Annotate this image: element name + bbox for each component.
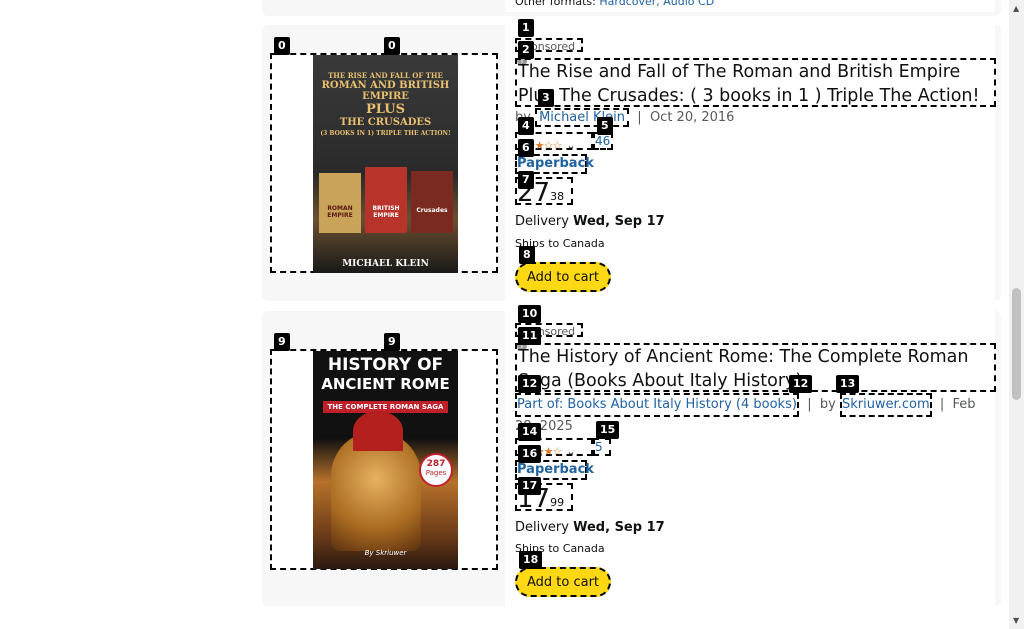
marker-label: 7 (518, 171, 534, 189)
marker-label: 12 (518, 375, 542, 393)
cover-text: ROMAN AND BRITISH (321, 80, 450, 91)
scroll-down-arrow-icon[interactable]: ▼ (1013, 616, 1019, 625)
marker-label: 1 (518, 19, 534, 37)
page-count-badge: 287 Pages (419, 453, 453, 487)
add-to-cart-button[interactable]: Add to cart (515, 262, 611, 292)
cover-text: HISTORY OF (327, 355, 444, 375)
previous-result-card: Other formats: Hardcover, Audio CD (262, 0, 1001, 16)
helmet-crest (353, 411, 403, 451)
chevron-down-icon: ⌄ (566, 445, 576, 458)
marker-label: 3 (538, 89, 554, 107)
marker-label: 10 (518, 305, 542, 323)
product-title-link[interactable]: The Rise and Fall of The Roman and Briti… (515, 58, 996, 107)
marker-label: 9 (384, 333, 400, 351)
cover-text: THE RISE AND FALL OF THE (328, 71, 443, 80)
other-formats-links[interactable]: Hardcover, Audio CD (599, 0, 714, 8)
search-results: Other formats: Hardcover, Audio CD THE R… (0, 0, 1024, 629)
cover-text: EMPIRE (362, 91, 409, 102)
cover-text: PLUS (366, 102, 405, 117)
marker-label: 2 (518, 41, 534, 59)
marker-label: 18 (519, 551, 543, 569)
marker-label: 17 (518, 477, 542, 495)
product-title-link[interactable]: The History of Ancient Rome: The Complet… (515, 343, 996, 392)
page-scrollbar[interactable]: ▲ ▼ (1009, 0, 1024, 629)
series-link[interactable]: Part of: Books About Italy History (4 bo… (517, 397, 797, 412)
scroll-up-arrow-icon[interactable]: ▲ (1013, 4, 1019, 13)
scrollbar-thumb[interactable] (1012, 288, 1021, 400)
marker-label: 6 (518, 139, 534, 157)
marker-label: 4 (518, 117, 534, 135)
cover-author: By Skriuwer (364, 549, 407, 557)
book-cover-1: THE RISE AND FALL OF THE ROMAN AND BRITI… (313, 55, 458, 273)
cover-text: ANCIENT ROME (321, 375, 450, 393)
other-formats-label: Other formats: (515, 0, 596, 8)
cover-text: (3 BOOKS IN 1) TRIPLE THE ACTION! (320, 130, 451, 137)
marker-label: 14 (518, 423, 542, 441)
marker-label: 0 (384, 37, 400, 55)
marker-label: 12 (789, 375, 813, 393)
marker-label: 15 (596, 421, 620, 439)
result-card-1: THE RISE AND FALL OF THE ROMAN AND BRITI… (262, 19, 1001, 301)
book-cover-2: HISTORY OF ANCIENT ROME THE COMPLETE ROM… (313, 351, 458, 569)
other-formats-row: Other formats: Hardcover, Audio CD (505, 0, 995, 12)
mini-book-crusades: Crusades (411, 171, 453, 233)
add-to-cart-button[interactable]: Add to cart (515, 567, 611, 597)
byline: Part of: Books About Italy History (4 bo… (515, 393, 996, 437)
cover-text: THE CRUSADES (339, 117, 432, 128)
marker-label: 13 (836, 375, 860, 393)
product-image-link[interactable]: HISTORY OF ANCIENT ROME THE COMPLETE ROM… (270, 349, 498, 570)
marker-label: 0 (274, 37, 290, 55)
mini-book-british: BRITISH EMPIRE (365, 167, 407, 233)
marker-label: 9 (274, 333, 290, 351)
marker-label: 5 (597, 117, 613, 135)
cover-author: MICHAEL KLEIN (342, 259, 429, 269)
mini-book-roman: ROMAN EMPIRE (319, 173, 361, 233)
byline: by Michael Klein | Oct 20, 2016 (515, 108, 734, 127)
marker-label: 8 (519, 246, 535, 264)
product-image-link[interactable]: THE RISE AND FALL OF THE ROMAN AND BRITI… (270, 53, 498, 273)
result-card-2: HISTORY OF ANCIENT ROME THE COMPLETE ROM… (262, 305, 1001, 606)
publish-date: Oct 20, 2016 (649, 110, 735, 125)
chevron-down-icon: ⌄ (566, 139, 576, 152)
delivery-info: Delivery Wed, Sep 17 (515, 214, 665, 229)
marker-label: 16 (518, 445, 542, 463)
delivery-info: Delivery Wed, Sep 17 (515, 520, 665, 535)
author-link[interactable]: Skriuwer.com (842, 397, 930, 412)
rating-count-link[interactable]: 5 (593, 438, 611, 456)
marker-label: 11 (518, 327, 542, 345)
